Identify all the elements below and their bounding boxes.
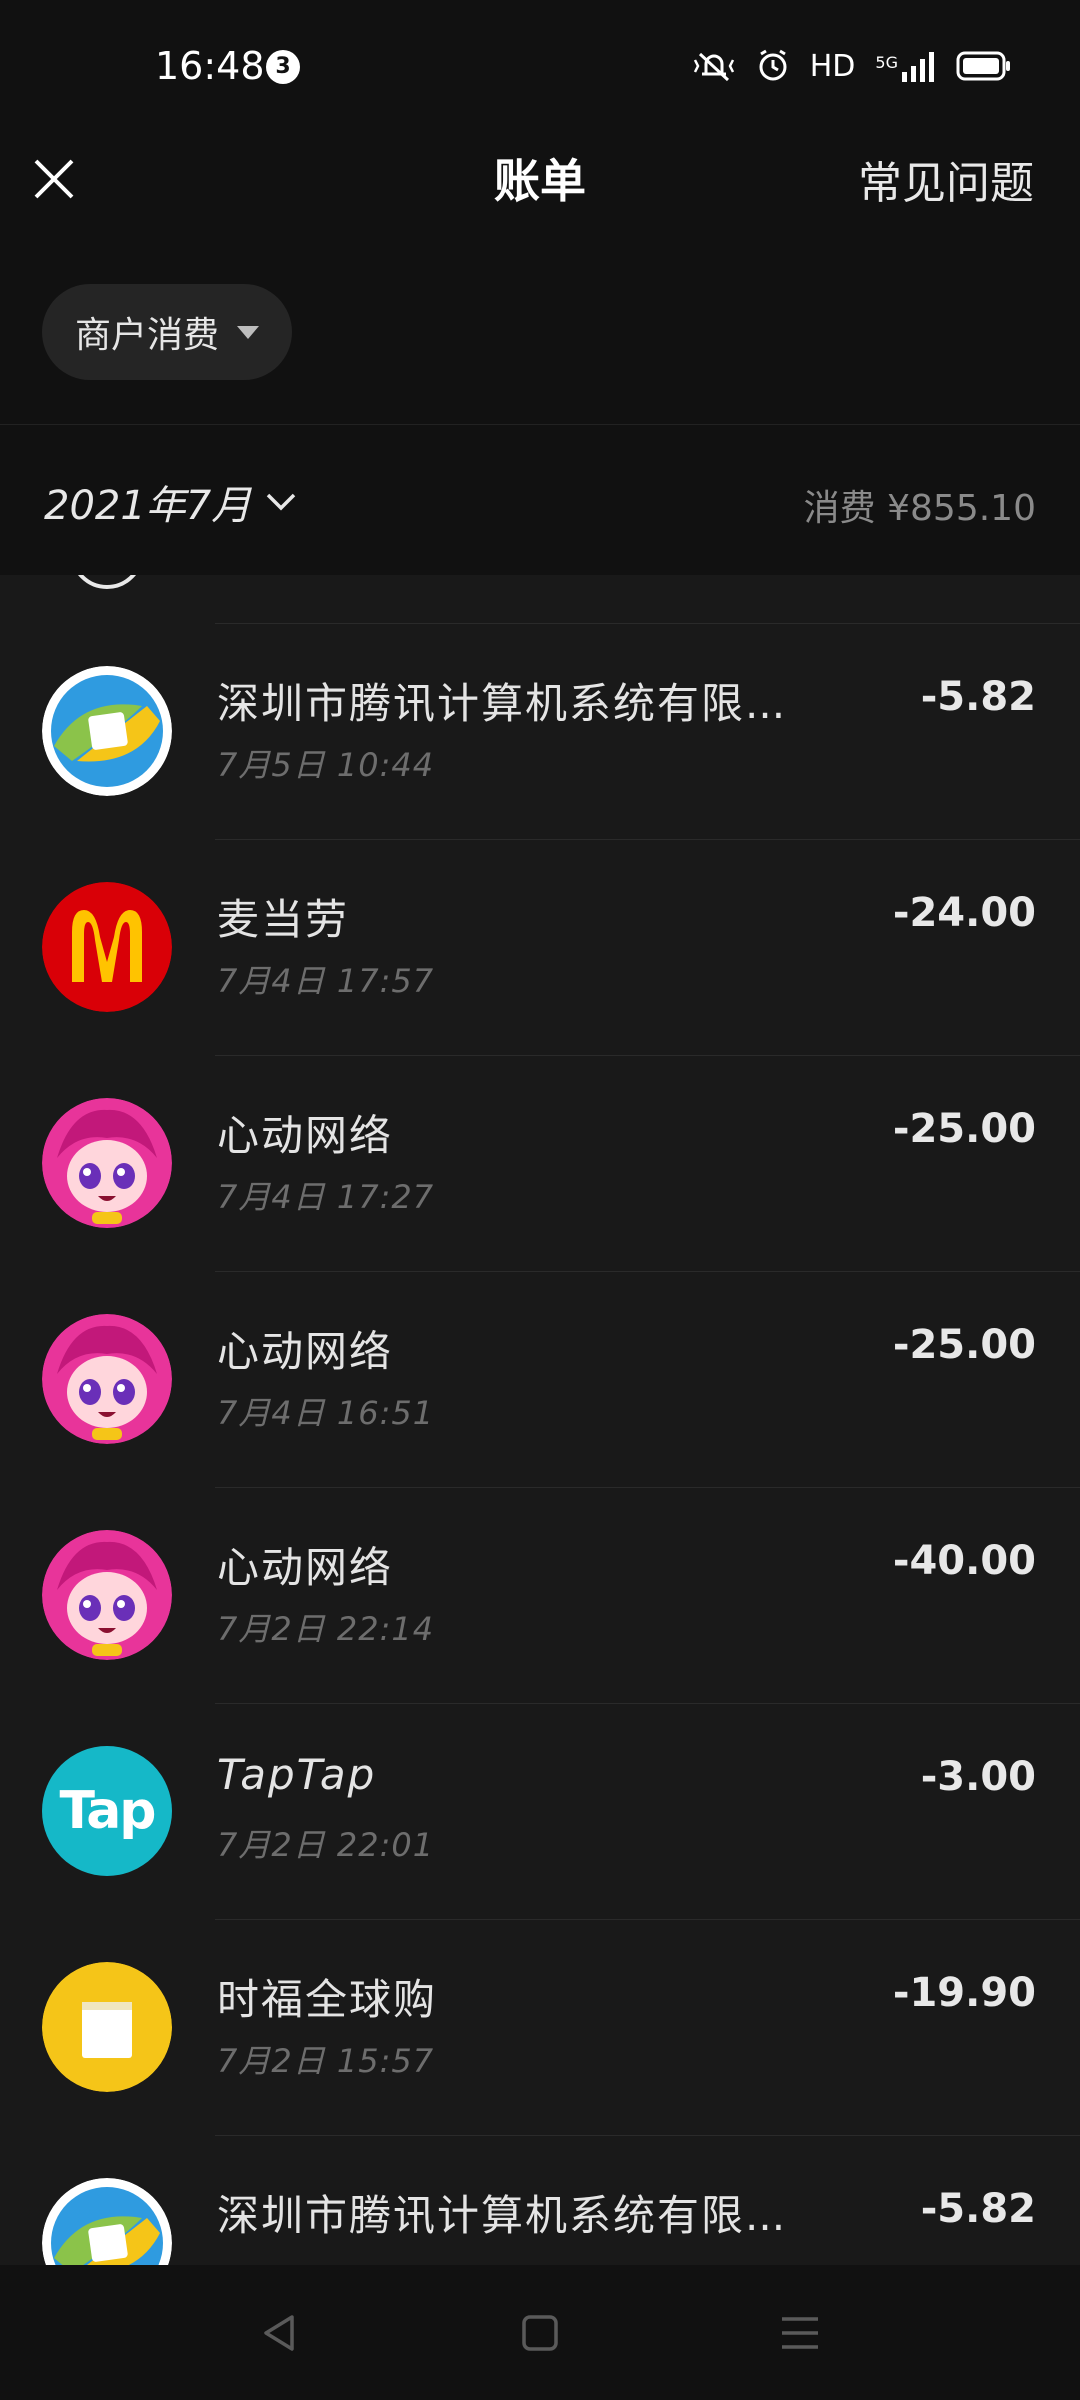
merchant-name: 心动网络 [217, 1543, 394, 1592]
transaction-time: 7月4日 17:27 [217, 1178, 435, 1216]
transaction-time: 7月4日 16:51 [217, 1394, 435, 1432]
merchant-name: 心动网络 [217, 1111, 394, 1160]
mute-vibrate-icon [693, 52, 734, 82]
month-selector[interactable]: 2021年7月 [44, 473, 297, 531]
avatar [70, 575, 144, 589]
taptap-logo-icon: Tap [42, 1746, 172, 1876]
mcdonalds-logo-icon [42, 882, 172, 1012]
faq-link[interactable]: 常见问题 [858, 147, 1034, 211]
alarm-icon [759, 49, 787, 81]
transaction-row[interactable]: 心动网络 7月4日 17:27 -25.00 [0, 1056, 1080, 1272]
merchant-name: 深圳市腾讯计算机系统有限... [217, 2191, 786, 2240]
menu-icon[interactable] [776, 2309, 824, 2357]
transaction-amount: -5.82 [920, 2186, 1036, 2232]
transaction-amount: -25.00 [892, 1106, 1036, 1152]
merchant-name: 麦当劳 [217, 895, 350, 944]
merchant-name: 深圳市腾讯计算机系统有限... [217, 679, 786, 728]
transaction-amount: -40.00 [892, 1538, 1036, 1584]
xd-anime-avatar-icon [42, 1314, 172, 1444]
status-bar: 16:48 3 HD 5G [0, 0, 1080, 135]
month-label: 2021年7月 [44, 483, 252, 529]
system-navigation-bar [0, 2265, 1080, 2400]
transaction-amount: -19.90 [892, 1970, 1036, 2016]
back-icon[interactable] [256, 2309, 304, 2357]
transaction-row[interactable]: 深圳市腾讯计算机系统有限... 7月5日 10:44 -5.82 [0, 624, 1080, 840]
transaction-amount: -24.00 [892, 890, 1036, 936]
home-icon[interactable] [516, 2309, 564, 2357]
month-bar: 2021年7月 消费 ¥855.10 [0, 425, 1080, 575]
transaction-row[interactable]: 时福全球购 7月2日 15:57 -19.90 [0, 1920, 1080, 2136]
transaction-time: 7月5日 10:44 [217, 746, 435, 784]
status-time: 16:48 [155, 44, 265, 88]
transaction-list: 深圳市腾讯计算机系统有限... 7月5日 10:44 -5.82 麦当劳 7月4… [0, 575, 1080, 2265]
merchant-filter-dropdown[interactable]: 商户消费 [42, 284, 292, 380]
transaction-row[interactable]: 麦当劳 7月4日 17:57 -24.00 [0, 840, 1080, 1056]
transaction-row[interactable]: 心动网络 7月2日 22:14 -40.00 [0, 1488, 1080, 1704]
xd-anime-avatar-icon [42, 1530, 172, 1660]
xd-anime-avatar-icon [42, 1098, 172, 1228]
transaction-row[interactable]: 深圳市腾讯计算机系统有限... -5.82 [0, 2136, 1080, 2265]
network-type-label: 5G [875, 53, 898, 72]
transaction-row[interactable]: 心动网络 7月4日 16:51 -25.00 [0, 1272, 1080, 1488]
transaction-time: 7月2日 15:57 [217, 2042, 435, 2080]
transaction-amount: -3.00 [920, 1754, 1036, 1800]
signal-icon [902, 52, 934, 82]
filter-area: 商户消费 [0, 250, 1080, 425]
merchant-name: 心动网络 [217, 1327, 394, 1376]
merchant-name: TapTap [217, 1750, 377, 1799]
notification-count-badge: 3 [266, 50, 300, 84]
merchant-name: 时福全球购 [217, 1975, 438, 2024]
transaction-time: 7月2日 22:01 [217, 1826, 435, 1864]
tencent-logo-icon [42, 2178, 172, 2265]
transaction-row[interactable]: Tap TapTap 7月2日 22:01 -3.00 [0, 1704, 1080, 1920]
chevron-down-icon [267, 493, 296, 511]
transaction-amount: -5.82 [920, 674, 1036, 720]
battery-icon [956, 51, 1010, 81]
transaction-amount: -25.00 [892, 1322, 1036, 1368]
transaction-time: 7月2日 22:14 [217, 1610, 435, 1648]
status-icons: HD 5G [692, 46, 1012, 86]
tencent-logo-icon [42, 666, 172, 796]
transaction-time: 7月4日 17:57 [217, 962, 435, 1000]
shopping-bag-icon [42, 1962, 172, 2092]
month-spending-summary: 消费 ¥855.10 [803, 488, 1036, 529]
filter-label: 商户消费 [74, 315, 219, 356]
hd-indicator: HD [809, 48, 856, 84]
caret-down-icon [237, 325, 259, 339]
